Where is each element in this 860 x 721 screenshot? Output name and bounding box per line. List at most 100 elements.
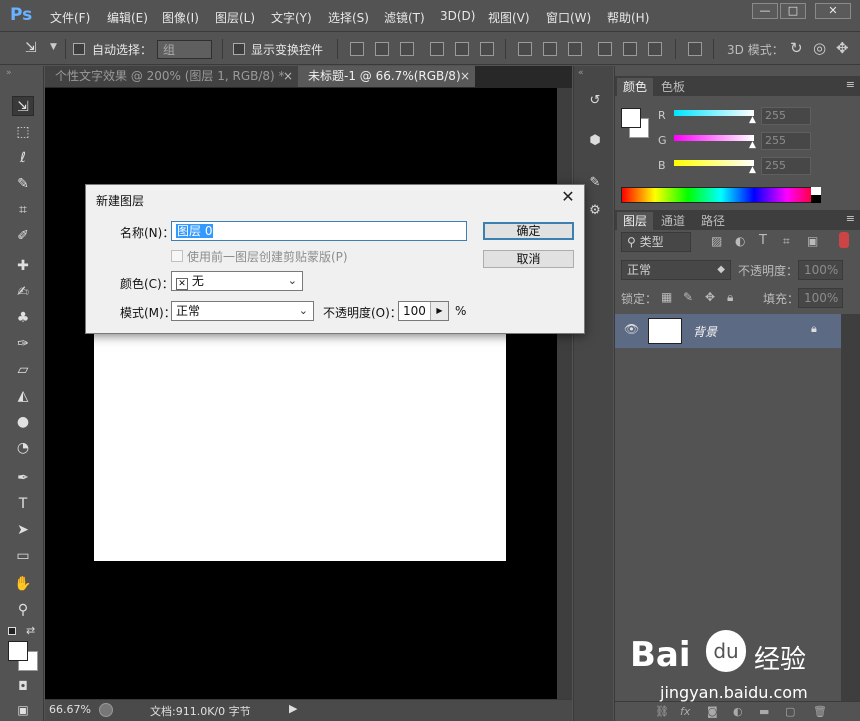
3d-rotate-icon[interactable]: ↻ — [790, 39, 803, 57]
zoom-level[interactable]: 66.67% — [49, 703, 91, 716]
visibility-eye-icon[interactable]: 👁︎ — [624, 322, 639, 336]
adjustment-panel-icon[interactable]: ⚙ — [584, 200, 606, 222]
pen-tool-icon[interactable]: ✒ — [12, 468, 34, 488]
screen-mode-icon[interactable]: ▣ — [12, 700, 34, 720]
distribute-vcenter-icon[interactable] — [543, 42, 557, 56]
menu-edit[interactable]: 编辑(E) — [107, 9, 148, 26]
opacity-slider-arrow-icon[interactable]: ▶ — [430, 302, 448, 320]
clone-stamp-tool-icon[interactable]: ♣ — [12, 308, 34, 328]
foreground-color-swatch[interactable] — [8, 641, 28, 661]
lock-all-icon[interactable]: 🔒︎ — [727, 290, 733, 305]
filter-shape-icon[interactable]: ⌗ — [783, 234, 790, 249]
path-selection-tool-icon[interactable]: ➤ — [12, 520, 34, 540]
menu-image[interactable]: 图像(I) — [162, 9, 199, 26]
minimize-button[interactable]: — — [752, 3, 778, 19]
red-slider-thumb-icon[interactable]: ▲ — [749, 115, 756, 125]
lasso-tool-icon[interactable]: ℓ — [12, 148, 34, 168]
menu-filter[interactable]: 滤镜(T) — [384, 9, 425, 26]
distribute-top-icon[interactable] — [518, 42, 532, 56]
filter-toggle-icon[interactable] — [839, 232, 849, 248]
show-transform-checkbox[interactable] — [233, 43, 245, 55]
default-colors-icon[interactable] — [8, 627, 16, 635]
blend-mode-dropdown[interactable]: 正常 ◆ — [621, 260, 731, 280]
layers-scrollbar[interactable] — [841, 314, 860, 701]
collapse-dock-icon[interactable]: « — [578, 68, 584, 78]
brush-tool-icon[interactable]: ✍ — [12, 282, 34, 302]
blue-slider-thumb-icon[interactable]: ▲ — [749, 165, 756, 175]
tab-paths[interactable]: 路径 — [695, 212, 731, 230]
properties-panel-icon[interactable]: ⬢ — [584, 130, 606, 152]
menu-layer[interactable]: 图层(L) — [215, 9, 255, 26]
lock-image-icon[interactable]: ✎ — [683, 290, 693, 304]
green-slider-track[interactable] — [674, 135, 754, 141]
vertical-scrollbar[interactable] — [557, 88, 572, 699]
auto-select-checkbox[interactable] — [73, 43, 85, 55]
align-right-icon[interactable] — [480, 42, 494, 56]
layer-row[interactable]: 👁︎ 背景 🔒︎ — [615, 314, 841, 348]
eraser-tool-icon[interactable]: ▱ — [12, 360, 34, 380]
hand-tool-icon[interactable]: ✋ — [12, 574, 34, 594]
healing-brush-tool-icon[interactable]: ✚ — [12, 256, 34, 276]
crop-tool-icon[interactable]: ⌗ — [12, 200, 34, 220]
maximize-button[interactable]: □ — [780, 3, 806, 19]
tool-preset-arrow-icon[interactable]: ▼ — [50, 42, 57, 52]
tab-personal-text-effect[interactable]: 个性文字效果 @ 200% (图层 1, RGB/8) * × — [45, 66, 298, 87]
marquee-tool-icon[interactable]: ⬚ — [12, 122, 34, 142]
filter-pixel-icon[interactable]: ▨ — [711, 234, 722, 248]
red-value[interactable]: 255 — [761, 107, 811, 125]
paint-bucket-tool-icon[interactable]: ◭ — [12, 386, 34, 406]
status-menu-arrow-icon[interactable]: ▶ — [289, 702, 297, 715]
align-vcenter-icon[interactable] — [375, 42, 389, 56]
align-hcenter-icon[interactable] — [455, 42, 469, 56]
opacity-value[interactable]: 100% — [798, 260, 843, 280]
dialog-close-icon[interactable]: ✕ — [559, 188, 577, 206]
collapse-panel-icon[interactable]: » — [6, 68, 12, 78]
layer-name[interactable]: 背景 — [693, 323, 717, 340]
move-tool-icon[interactable]: ⇲ — [12, 96, 34, 116]
cancel-button[interactable]: 取消 — [483, 250, 574, 268]
lock-position-icon[interactable]: ✥ — [705, 290, 715, 304]
filter-type-icon[interactable]: T — [759, 233, 767, 248]
status-info-icon[interactable] — [99, 703, 113, 717]
swap-colors-icon[interactable]: ⇄ — [26, 624, 35, 637]
blue-value[interactable]: 255 — [761, 157, 811, 175]
canvas-document[interactable] — [94, 330, 506, 561]
menu-view[interactable]: 视图(V) — [488, 9, 530, 26]
blue-slider-track[interactable] — [674, 160, 754, 166]
menu-window[interactable]: 窗口(W) — [546, 9, 591, 26]
align-top-icon[interactable] — [350, 42, 364, 56]
auto-select-dropdown[interactable]: 组 — [157, 40, 212, 59]
move-tool-icon[interactable]: ⇲ — [25, 40, 37, 56]
layer-name-input[interactable]: 图层 0 — [171, 221, 467, 241]
mode-dropdown[interactable]: 正常 ⌄ — [171, 301, 314, 321]
rectangle-tool-icon[interactable]: ▭ — [12, 546, 34, 566]
panel-menu-icon[interactable]: ≡ — [846, 78, 855, 91]
blur-tool-icon[interactable]: ● — [12, 412, 34, 432]
dodge-tool-icon[interactable]: ◔ — [12, 438, 34, 458]
layer-filter-dropdown[interactable]: ⚲ 类型 — [621, 232, 691, 252]
tab-close-icon[interactable]: × — [283, 66, 293, 87]
clip-mask-checkbox[interactable] — [171, 250, 183, 262]
menu-select[interactable]: 选择(S) — [328, 9, 369, 26]
tab-swatches[interactable]: 色板 — [655, 78, 691, 96]
menu-3d[interactable]: 3D(D) — [440, 9, 475, 23]
quick-select-tool-icon[interactable]: ✎ — [12, 174, 34, 194]
fill-value[interactable]: 100% — [798, 288, 843, 308]
align-bottom-icon[interactable] — [400, 42, 414, 56]
tab-untitled-1[interactable]: 未标题-1 @ 66.7%(RGB/8) × — [298, 66, 475, 87]
menu-help[interactable]: 帮助(H) — [607, 9, 649, 26]
history-panel-icon[interactable]: ↺ — [584, 90, 606, 112]
layers-panel-menu-icon[interactable]: ≡ — [846, 212, 855, 225]
tab-layers[interactable]: 图层 — [617, 212, 654, 230]
color-dropdown[interactable]: ✕ 无 ⌄ — [171, 271, 303, 291]
menu-file[interactable]: 文件(F) — [50, 9, 90, 26]
black-white-ramp[interactable] — [811, 187, 821, 203]
type-tool-icon[interactable]: T — [12, 494, 34, 514]
distribute-bottom-icon[interactable] — [568, 42, 582, 56]
green-slider-thumb-icon[interactable]: ▲ — [749, 140, 756, 150]
red-slider-track[interactable] — [674, 110, 754, 116]
menu-type[interactable]: 文字(Y) — [271, 9, 312, 26]
tab-close-icon[interactable]: × — [460, 66, 470, 87]
ok-button[interactable]: 确定 — [483, 222, 574, 240]
brush-panel-icon[interactable]: ✎ — [584, 172, 606, 194]
